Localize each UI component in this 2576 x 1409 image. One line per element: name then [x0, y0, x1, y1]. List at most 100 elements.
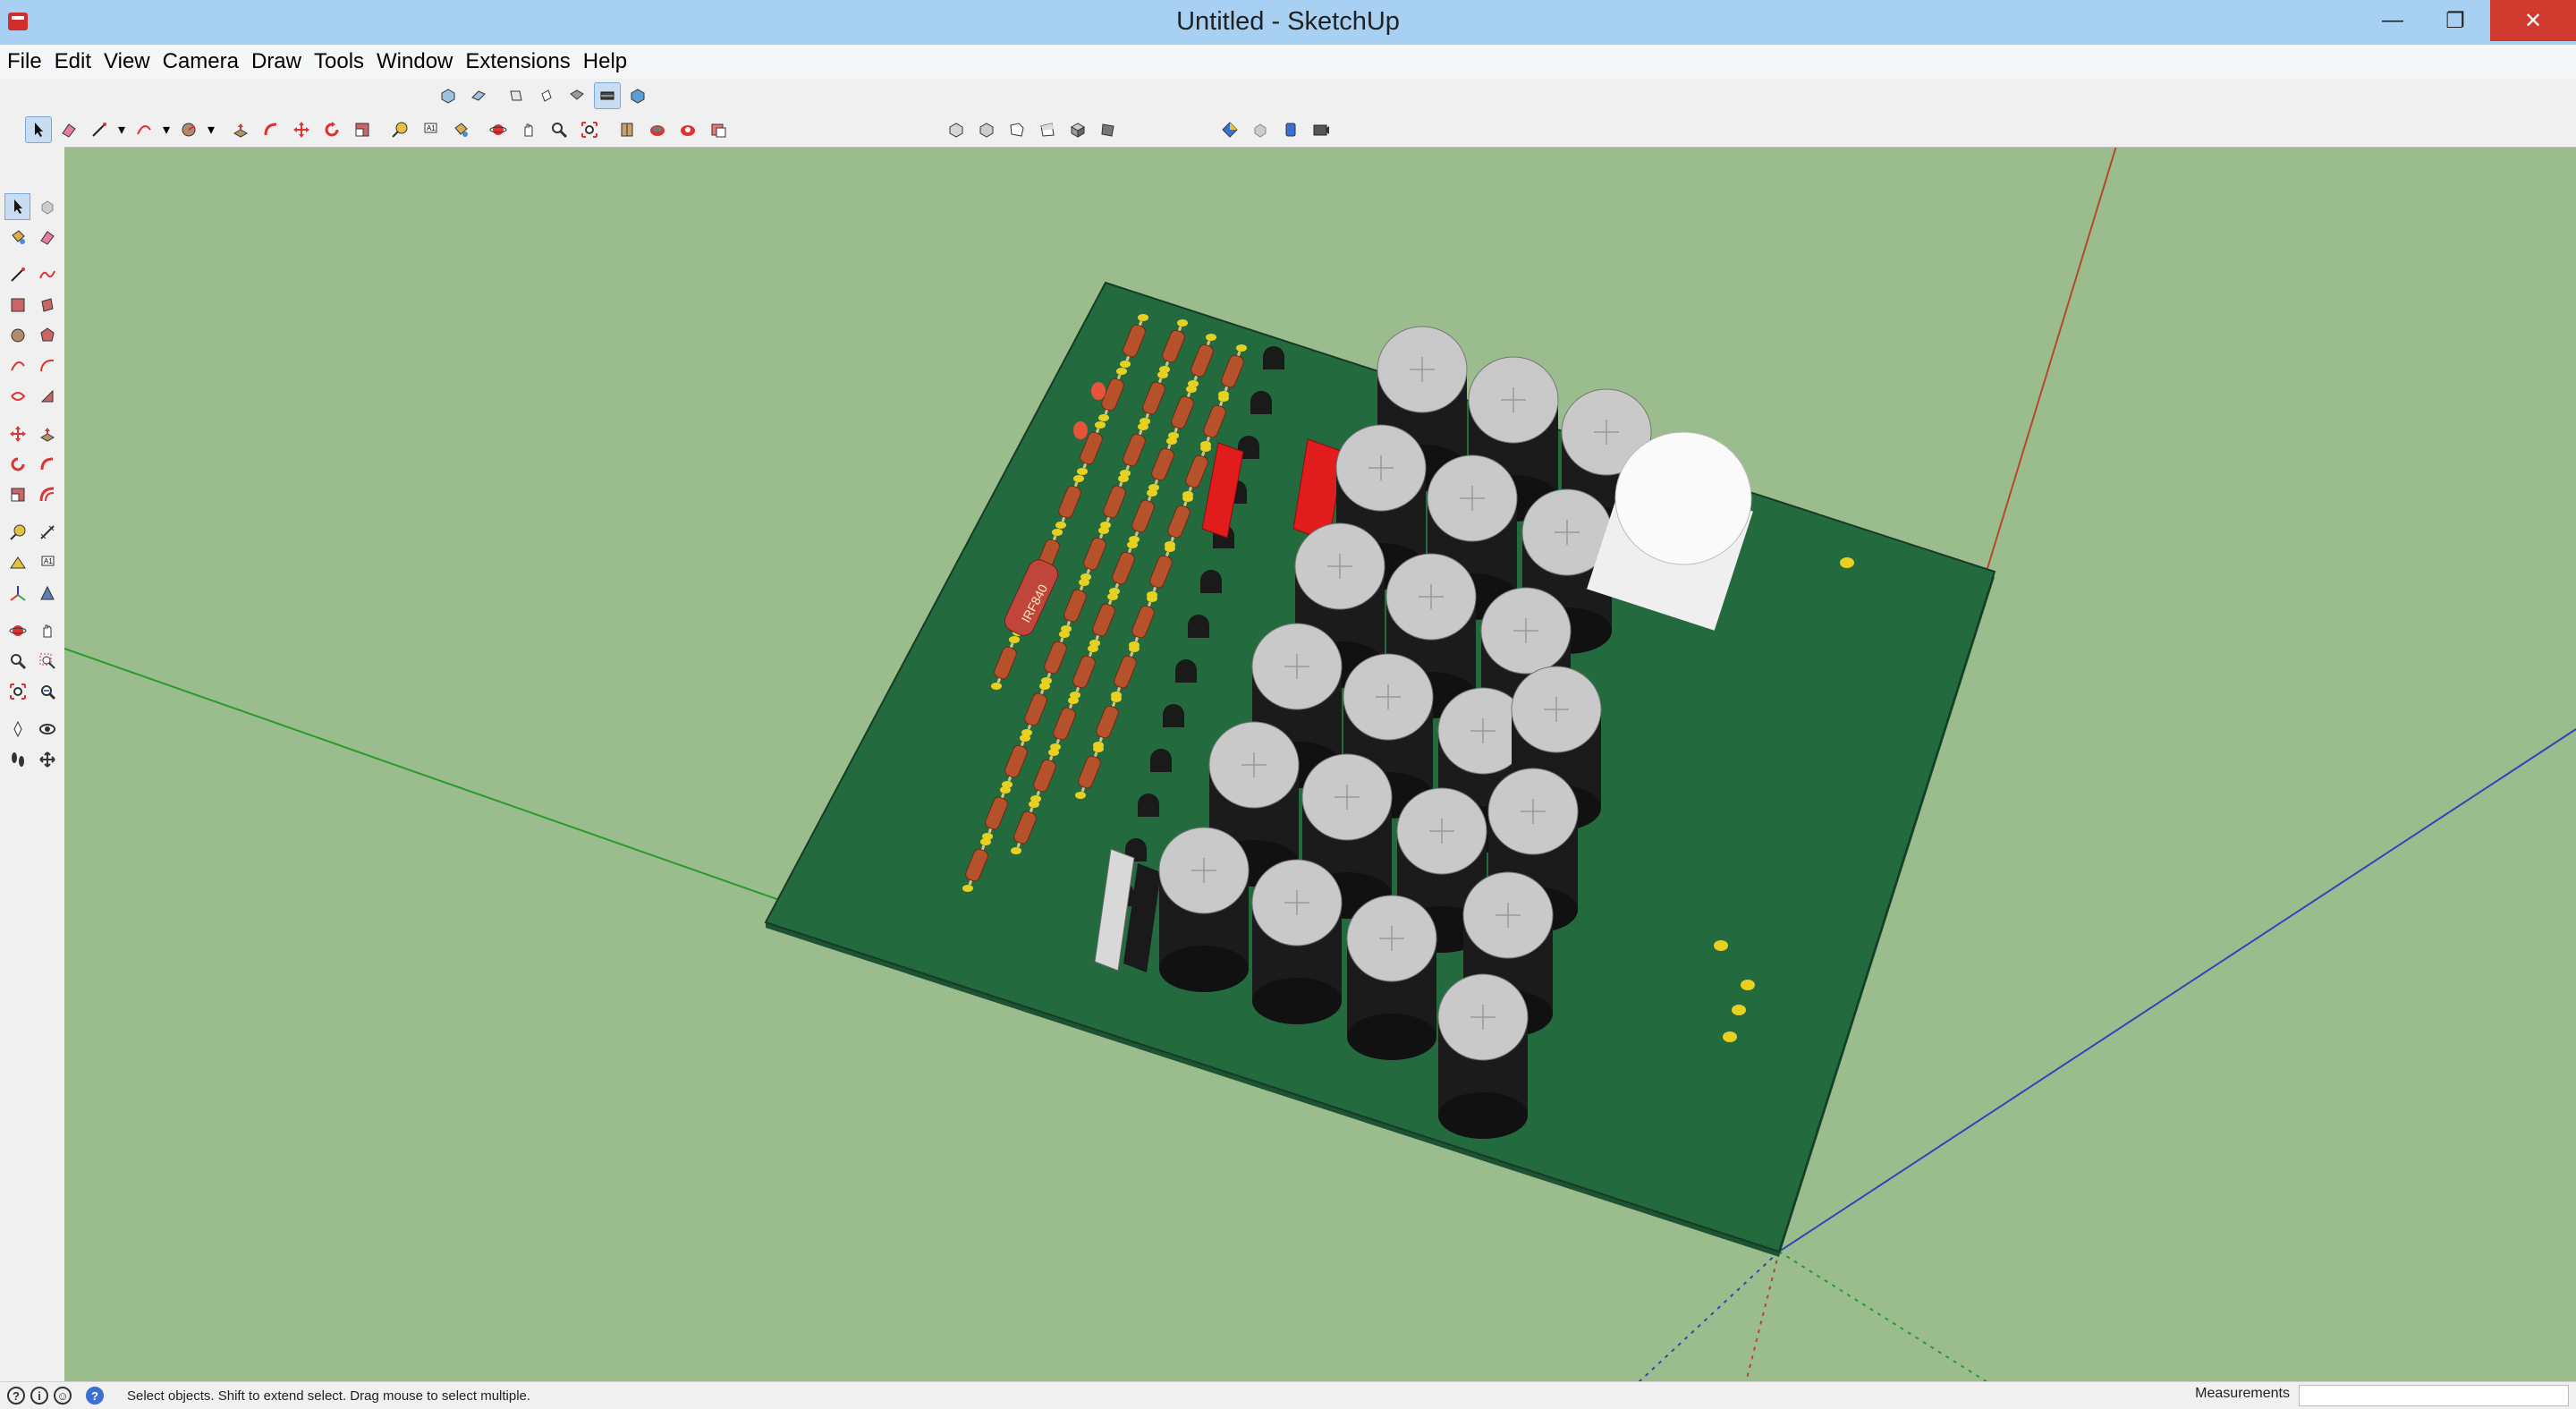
- push-pull-icon[interactable]: [228, 117, 253, 142]
- close-button[interactable]: ✕: [2490, 0, 2576, 41]
- follow-me-icon[interactable]: [35, 452, 59, 477]
- menu-help[interactable]: Help: [576, 46, 632, 78]
- menu-view[interactable]: View: [97, 46, 156, 78]
- move-icon[interactable]: [5, 421, 30, 446]
- solder-pad: [1120, 361, 1131, 368]
- top-view-icon[interactable]: [466, 83, 491, 108]
- select-icon[interactable]: [25, 116, 52, 143]
- pan-icon[interactable]: [516, 117, 541, 142]
- zoom-extents-icon[interactable]: [5, 679, 30, 704]
- solder-pad: [1741, 980, 1755, 990]
- menu-tools[interactable]: Tools: [307, 46, 369, 78]
- offset-icon[interactable]: [35, 482, 59, 507]
- move-icon[interactable]: [289, 117, 314, 142]
- arc-icon[interactable]: [131, 117, 157, 142]
- scale-icon[interactable]: [5, 482, 30, 507]
- help-icon[interactable]: ?: [86, 1387, 104, 1405]
- rotate-icon[interactable]: [5, 452, 30, 477]
- xray-icon[interactable]: [944, 117, 969, 142]
- circle-dropdown-icon[interactable]: ▾: [207, 117, 216, 142]
- text-icon[interactable]: A1: [35, 550, 59, 575]
- walk-icon[interactable]: [5, 747, 30, 772]
- polygon-icon[interactable]: [35, 323, 59, 348]
- restore-button[interactable]: ❐: [2424, 0, 2487, 41]
- circle-icon[interactable]: [176, 117, 201, 142]
- zoom-extents-icon[interactable]: [577, 117, 602, 142]
- line-icon[interactable]: [87, 117, 112, 142]
- paint-bucket-icon[interactable]: [448, 117, 473, 142]
- zoom-icon[interactable]: [547, 117, 572, 142]
- section-plane-icon[interactable]: [35, 747, 59, 772]
- scale-icon[interactable]: [350, 117, 375, 142]
- zoom-window-icon[interactable]: [35, 649, 59, 674]
- front-view-icon[interactable]: [504, 83, 529, 108]
- menu-extensions[interactable]: Extensions: [458, 46, 575, 78]
- 3d-warehouse-icon[interactable]: [645, 117, 670, 142]
- solder-pad: [1732, 1005, 1746, 1015]
- back-view-icon[interactable]: [564, 83, 589, 108]
- tape-measure-icon[interactable]: [5, 520, 30, 545]
- bottom-view-icon[interactable]: [625, 83, 650, 108]
- 3d-text-icon[interactable]: [35, 581, 59, 606]
- wireframe-icon[interactable]: [1004, 117, 1030, 142]
- paint-bucket-icon[interactable]: [5, 225, 30, 250]
- orbit-icon[interactable]: [486, 117, 511, 142]
- text-icon[interactable]: A1: [418, 117, 443, 142]
- section-plane-icon[interactable]: [614, 117, 640, 142]
- camera-icon[interactable]: [1309, 117, 1334, 142]
- minimize-button[interactable]: —: [2361, 0, 2424, 41]
- component-icon[interactable]: [1248, 117, 1273, 142]
- make-component-icon[interactable]: [35, 194, 59, 219]
- dimension-icon[interactable]: [35, 520, 59, 545]
- push-pull-icon[interactable]: [35, 421, 59, 446]
- menu-window[interactable]: Window: [369, 46, 458, 78]
- shaded-textures-icon[interactable]: [1096, 117, 1121, 142]
- hidden-line-icon[interactable]: [1035, 117, 1060, 142]
- solder-pad: [1218, 395, 1229, 402]
- user-icon[interactable]: ☺: [54, 1387, 72, 1405]
- freehand-icon[interactable]: [35, 262, 59, 287]
- credits-icon[interactable]: i: [30, 1387, 48, 1405]
- eraser-icon[interactable]: [35, 225, 59, 250]
- two-point-arc-icon[interactable]: [35, 353, 59, 378]
- rotate-icon[interactable]: [319, 117, 344, 142]
- model-viewport[interactable]: IRF840: [64, 147, 2576, 1382]
- look-around-icon[interactable]: [35, 717, 59, 742]
- arc-icon[interactable]: [5, 353, 30, 378]
- rotated-rectangle-icon[interactable]: [35, 293, 59, 318]
- position-camera-icon[interactable]: [5, 717, 30, 742]
- extension-warehouse-icon[interactable]: [675, 117, 700, 142]
- rectangle-icon[interactable]: [5, 293, 30, 318]
- previous-view-icon[interactable]: [35, 679, 59, 704]
- pie-icon[interactable]: [35, 384, 59, 409]
- layer-icon[interactable]: [1278, 117, 1303, 142]
- zoom-icon[interactable]: [5, 649, 30, 674]
- layout-icon[interactable]: [706, 117, 731, 142]
- right-view-icon[interactable]: [534, 83, 559, 108]
- menu-draw[interactable]: Draw: [244, 46, 307, 78]
- follow-me-icon[interactable]: [258, 117, 284, 142]
- circle-icon[interactable]: [5, 323, 30, 348]
- orbit-icon[interactable]: [5, 618, 30, 643]
- shaded-icon[interactable]: [1065, 117, 1090, 142]
- back-edges-icon[interactable]: [974, 117, 999, 142]
- line-icon[interactable]: [5, 262, 30, 287]
- pcb-model-scene[interactable]: IRF840: [64, 148, 2576, 1382]
- geolocation-icon[interactable]: ?: [7, 1387, 25, 1405]
- axes-icon[interactable]: [5, 581, 30, 606]
- protractor-icon[interactable]: [5, 550, 30, 575]
- pan-icon[interactable]: [35, 618, 59, 643]
- sandbox-icon[interactable]: [1217, 117, 1242, 142]
- three-point-arc-icon[interactable]: [5, 384, 30, 409]
- menu-file[interactable]: File: [0, 46, 47, 78]
- select-icon[interactable]: [4, 193, 30, 220]
- eraser-icon[interactable]: [56, 117, 81, 142]
- arc-dropdown-icon[interactable]: ▾: [162, 117, 171, 142]
- iso-view-icon[interactable]: [436, 83, 461, 108]
- left-view-icon[interactable]: [594, 82, 621, 109]
- measurements-input[interactable]: [2299, 1385, 2569, 1406]
- tape-measure-icon[interactable]: [387, 117, 412, 142]
- line-dropdown-icon[interactable]: ▾: [117, 117, 126, 142]
- menu-camera[interactable]: Camera: [156, 46, 244, 78]
- menu-edit[interactable]: Edit: [47, 46, 97, 78]
